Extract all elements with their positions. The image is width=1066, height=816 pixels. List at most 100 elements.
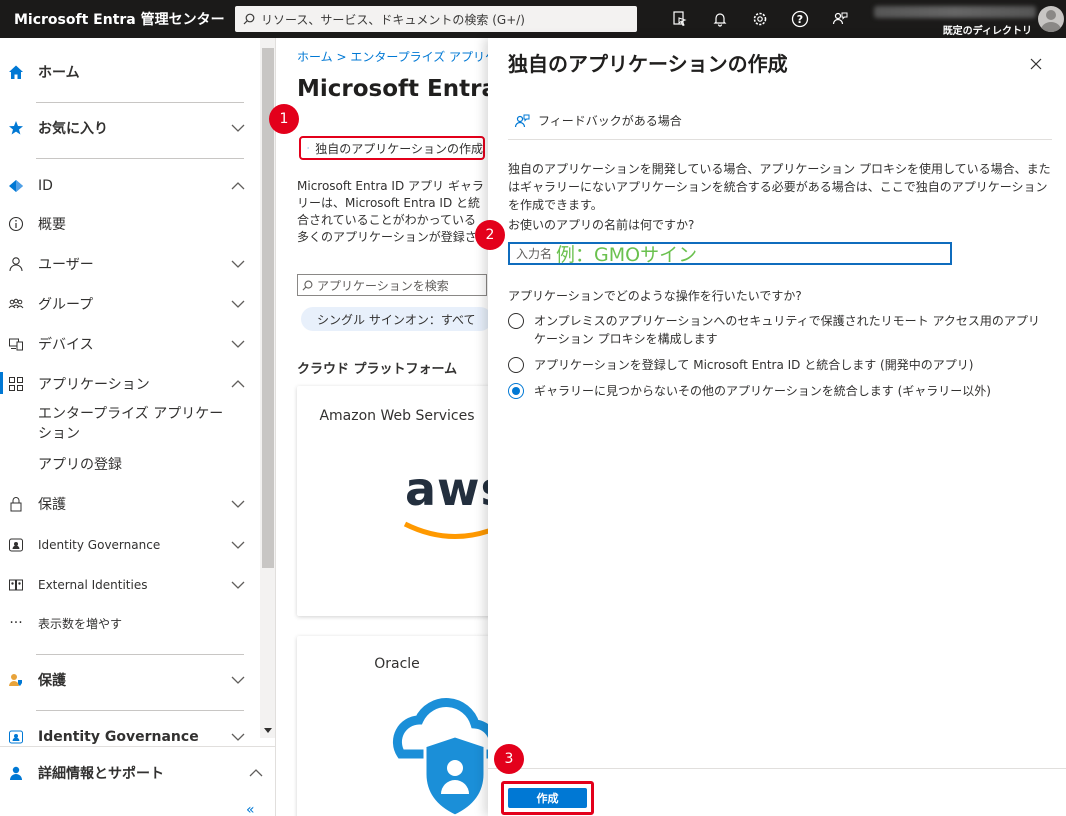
- sidebar-item-show-more[interactable]: ··· 表示数を増やす: [0, 613, 258, 633]
- global-search-placeholder: リソース、サービス、ドキュメントの検索 (G+/): [261, 12, 525, 27]
- sidebar-item-devices[interactable]: デバイス: [0, 334, 258, 354]
- feedback-label: フィードバックがある場合: [538, 114, 682, 128]
- app-name-example: 例：GMOサイン: [556, 244, 698, 266]
- panel-description: 独自のアプリケーションを開発している場合、アプリケーション プロキシを使用してい…: [508, 162, 1051, 212]
- brand-title[interactable]: Microsoft Entra 管理センター: [0, 9, 232, 29]
- feedback-link[interactable]: フィードバックがある場合: [514, 112, 682, 129]
- step-badge-3: 3: [494, 744, 524, 774]
- apps-icon: [8, 376, 24, 392]
- search-icon: [302, 280, 313, 290]
- radio-button[interactable]: [508, 357, 524, 373]
- feedback-icon[interactable]: [820, 0, 860, 38]
- create-own-app-button[interactable]: 独自のアプリケーションの作成: [299, 136, 485, 160]
- chevron-down-icon: [231, 124, 245, 132]
- app-card-title: Amazon Web Services: [319, 408, 475, 424]
- sidebar-item-protection-2[interactable]: 保護: [0, 670, 258, 690]
- global-search-input[interactable]: リソース、サービス、ドキュメントの検索 (G+/): [235, 6, 637, 32]
- diamond-icon: [8, 178, 24, 194]
- create-button-highlight: 作成: [501, 781, 594, 815]
- close-icon: [1030, 58, 1042, 70]
- sidebar-divider: [36, 158, 244, 159]
- cloud-shell-icon[interactable]: [660, 0, 700, 38]
- app-name-placeholder: 入力名: [516, 247, 553, 261]
- chevron-down-icon: [231, 260, 245, 268]
- enterprise-apps-page: ホーム > エンタープライズ アプリケーション Microsoft Entra …: [277, 38, 488, 816]
- panel-divider: [508, 139, 1052, 140]
- sidebar-item-applications[interactable]: アプリケーション: [0, 374, 258, 394]
- step-badge-1: 1: [269, 104, 299, 134]
- gallery-description: Microsoft Entra ID アプリ ギャラリーは、Microsoft …: [297, 179, 484, 244]
- chevron-down-icon: [231, 733, 245, 741]
- sidebar-divider: [36, 102, 244, 103]
- people-shield-icon: [8, 672, 24, 688]
- app-card-title: Oracle: [374, 656, 420, 672]
- sidebar-item-external-identities[interactable]: External Identities: [0, 575, 258, 595]
- directory-name: 既定のディレクトリ: [942, 26, 1032, 37]
- chevron-down-icon: [231, 500, 245, 508]
- app-card-oracle[interactable]: Oracle: [297, 636, 488, 816]
- account-info[interactable]: 既定のディレクトリ: [866, 4, 1036, 37]
- sidebar-item-app-registrations[interactable]: アプリの登録: [0, 454, 258, 474]
- collapse-sidebar-button[interactable]: «: [246, 802, 255, 816]
- radio-option-non-gallery[interactable]: ギャラリーに見つからないその他のアプリケーションを統合します (ギャラリー以外): [508, 382, 1052, 400]
- radio-button-selected[interactable]: [508, 383, 524, 399]
- sidebar-divider: [36, 710, 244, 711]
- chevron-down-icon: [231, 581, 245, 589]
- group-icon: [8, 296, 24, 312]
- cloud-shield-icon: [392, 698, 488, 816]
- chevron-down-icon: [231, 676, 245, 684]
- radio-option-app-proxy[interactable]: オンプレミスのアプリケーションへのセキュリティで保護されたリモート アクセス用の…: [508, 312, 1052, 348]
- chevron-up-icon: [231, 182, 245, 190]
- app-action-label: アプリケーションでどのような操作を行いたいですか?: [508, 289, 802, 303]
- app-search-input[interactable]: アプリケーションを検索: [297, 274, 487, 296]
- svg-text:?: ?: [797, 13, 803, 26]
- device-icon: [8, 336, 24, 352]
- avatar[interactable]: [1038, 6, 1064, 32]
- user-icon: [8, 256, 24, 272]
- page-title: Microsoft Entra ID: [297, 76, 488, 102]
- help-icon[interactable]: ?: [780, 0, 820, 38]
- chevron-down-icon: [231, 340, 245, 348]
- sidebar-item-id[interactable]: ID: [0, 176, 258, 196]
- feedback-icon: [514, 114, 530, 127]
- create-button[interactable]: 作成: [508, 788, 587, 808]
- chevron-up-icon: [231, 380, 245, 388]
- gear-icon[interactable]: [740, 0, 780, 38]
- sso-filter-pill[interactable]: シングル サインオン：すべて: [301, 307, 488, 331]
- sidebar-item-enterprise-apps[interactable]: エンタープライズ アプリケーション: [0, 404, 258, 444]
- chevron-down-icon: [231, 541, 245, 549]
- governance-icon: [8, 729, 24, 745]
- create-app-panel: 独自のアプリケーションの作成 フィードバックがある場合 独自のアプリケーションを…: [488, 38, 1066, 816]
- sidebar-item-users[interactable]: ユーザー: [0, 254, 258, 274]
- step-badge-2: 2: [475, 220, 505, 250]
- breadcrumb[interactable]: ホーム > エンタープライズ アプリケーション: [297, 48, 488, 65]
- close-button[interactable]: [1026, 54, 1046, 74]
- support-icon: [8, 765, 24, 781]
- sidebar-item-overview[interactable]: 概要: [0, 214, 258, 234]
- home-icon: [8, 64, 24, 80]
- star-icon: [8, 120, 24, 136]
- cloud-platform-heading: クラウド プラットフォーム: [297, 362, 458, 377]
- sidebar-item-home[interactable]: ホーム: [0, 62, 258, 82]
- chevron-up-icon: [249, 769, 263, 777]
- sidebar-item-protection[interactable]: 保護: [0, 494, 258, 514]
- governance-icon: [8, 537, 24, 553]
- sidebar-item-favorites[interactable]: お気に入り: [0, 118, 258, 138]
- app-card-aws[interactable]: Amazon Web Services aws: [297, 386, 488, 616]
- radio-option-register-app[interactable]: アプリケーションを登録して Microsoft Entra ID と統合します …: [508, 356, 1052, 374]
- scroll-down-arrow-icon[interactable]: [264, 728, 272, 733]
- app-name-label: お使いのアプリの名前は何ですか?: [508, 218, 695, 232]
- plus-icon: [307, 147, 310, 149]
- sidebar-item-learn-support[interactable]: 詳細情報とサポート: [0, 763, 263, 783]
- sidebar-item-identity-governance-2[interactable]: Identity Governance: [0, 727, 258, 747]
- chevron-down-icon: [231, 300, 245, 308]
- radio-button[interactable]: [508, 313, 524, 329]
- search-icon: [243, 13, 255, 25]
- lock-icon: [8, 496, 24, 512]
- aws-logo: aws: [381, 444, 488, 584]
- app-name-input[interactable]: 入力名 例：GMOサイン: [508, 242, 952, 266]
- more-icon: ···: [9, 615, 23, 631]
- sidebar-item-groups[interactable]: グループ: [0, 294, 258, 314]
- bell-icon[interactable]: [700, 0, 740, 38]
- sidebar-item-identity-governance[interactable]: Identity Governance: [0, 535, 258, 555]
